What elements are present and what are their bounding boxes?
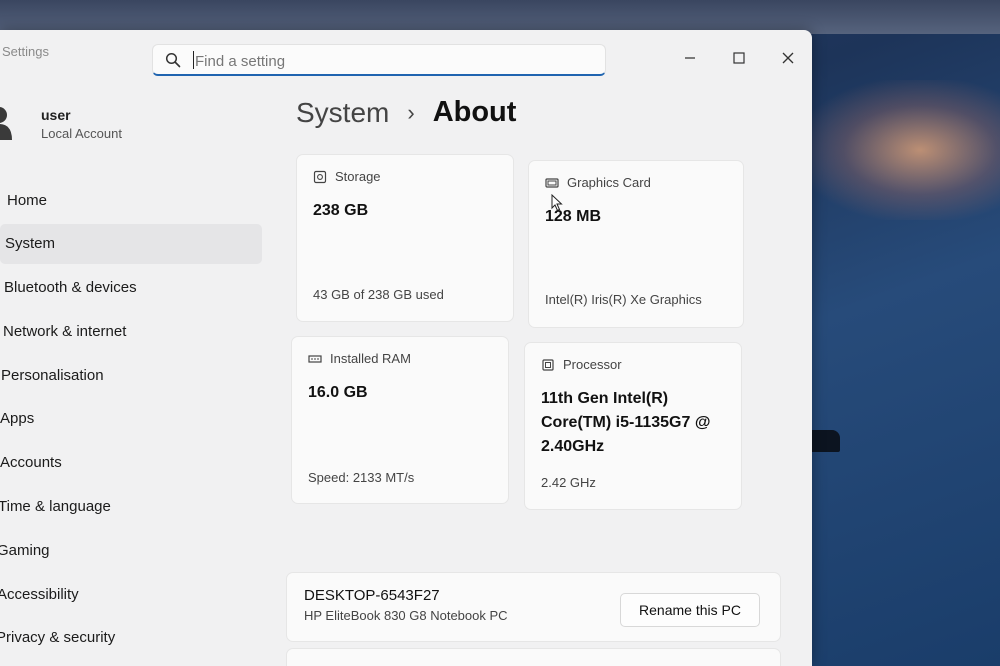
graphics-card-icon: [545, 177, 559, 188]
sidebar-item-home[interactable]: Home: [0, 180, 262, 220]
sidebar-item-label: Accounts: [0, 454, 62, 472]
graphics-card-model: Intel(R) Iris(R) Xe Graphics: [545, 292, 702, 307]
breadcrumb-parent[interactable]: System: [296, 97, 389, 129]
sidebar-item-privacy-security[interactable]: Privacy & security: [0, 618, 262, 658]
installed-ram-label: Installed RAM: [330, 351, 411, 366]
sidebar-item-label: Personalisation: [1, 366, 104, 384]
search-input[interactable]: [193, 49, 597, 73]
ram-icon: [308, 354, 322, 363]
sidebar-item-label: Apps: [0, 410, 35, 428]
text-caret: [193, 51, 194, 69]
installed-ram-card[interactable]: Installed RAM 16.0 GB Speed: 2133 MT/s: [291, 336, 509, 504]
sidebar-item-label: Bluetooth & devices: [4, 279, 137, 297]
sidebar-item-accounts[interactable]: Accounts: [0, 443, 262, 483]
minimize-icon: [685, 57, 695, 59]
device-name: DESKTOP-6543F27: [304, 587, 440, 604]
sidebar-item-label: Time & language: [0, 498, 111, 516]
desktop-background-top: [0, 0, 1000, 34]
search-box[interactable]: [152, 44, 606, 76]
user-name[interactable]: user: [41, 107, 71, 123]
sidebar-item-label: System: [5, 235, 56, 253]
close-button[interactable]: [768, 42, 808, 74]
processor-label: Processor: [563, 357, 622, 372]
desktop-wallpaper-sunset: [800, 80, 1000, 220]
sidebar-item-gaming[interactable]: Gaming: [0, 530, 262, 570]
graphics-card-label: Graphics Card: [567, 175, 651, 190]
maximize-icon: [733, 52, 745, 64]
sidebar-item-label: Gaming: [0, 541, 50, 559]
minimize-button[interactable]: [670, 42, 710, 74]
storage-label: Storage: [335, 169, 381, 184]
processor-card[interactable]: Processor 11th Gen Intel(R) Core(TM) i5-…: [524, 342, 742, 510]
storage-usage: 43 GB of 238 GB used: [313, 287, 444, 302]
device-model: HP EliteBook 830 G8 Notebook PC: [304, 608, 508, 623]
sidebar-item-time-language[interactable]: Time & language: [0, 487, 262, 527]
sidebar-item-network-internet[interactable]: Network & internet: [0, 311, 262, 351]
mouse-cursor-icon: [551, 194, 563, 212]
installed-ram-value: 16.0 GB: [308, 384, 368, 401]
sidebar-item-accessibility[interactable]: Accessibility: [0, 574, 262, 614]
chevron-right-icon: ›: [407, 99, 415, 125]
sidebar-item-personalisation[interactable]: Personalisation: [0, 355, 262, 395]
processor-speed: 2.42 GHz: [541, 475, 596, 490]
processor-value: 11th Gen Intel(R) Core(TM) i5-1135G7 @ 2…: [541, 390, 711, 455]
storage-icon: [313, 170, 327, 183]
processor-icon: [542, 358, 554, 371]
device-name-card: DESKTOP-6543F27 HP EliteBook 830 G8 Note…: [286, 572, 781, 642]
sidebar-item-label: Network & internet: [3, 322, 127, 340]
sidebar-item-apps[interactable]: Apps: [0, 399, 262, 439]
breadcrumb: System › About: [296, 96, 516, 129]
rename-pc-button[interactable]: Rename this PC: [620, 593, 760, 627]
ram-speed: Speed: 2133 MT/s: [308, 470, 415, 485]
storage-value: 238 GB: [313, 202, 369, 219]
user-account-type: Local Account: [41, 126, 122, 141]
settings-window: Settings user Local Account Home System …: [0, 30, 812, 666]
sidebar-item-label: Privacy & security: [0, 629, 116, 647]
sidebar-item-bluetooth-devices[interactable]: Bluetooth & devices: [0, 268, 262, 308]
maximize-button[interactable]: [719, 42, 759, 74]
sidebar-item-label: Home: [7, 191, 48, 209]
next-section-card[interactable]: [286, 648, 781, 666]
search-icon: [165, 52, 181, 68]
avatar[interactable]: [0, 106, 12, 140]
sidebar-item-label: Accessibility: [0, 585, 79, 603]
close-icon: [782, 52, 794, 64]
title-bar[interactable]: Settings: [0, 30, 812, 86]
page-title: About: [432, 96, 517, 128]
sidebar-nav: Home System Bluetooth & devices Network …: [0, 180, 262, 662]
sidebar-item-system[interactable]: System: [0, 223, 262, 264]
graphics-card-card[interactable]: Graphics Card 128 MB Intel(R) Iris(R) Xe…: [528, 160, 744, 328]
desktop-wallpaper-rock: [808, 430, 840, 452]
storage-card[interactable]: Storage 238 GB 43 GB of 238 GB used: [296, 154, 514, 322]
app-title: Settings: [2, 44, 49, 59]
